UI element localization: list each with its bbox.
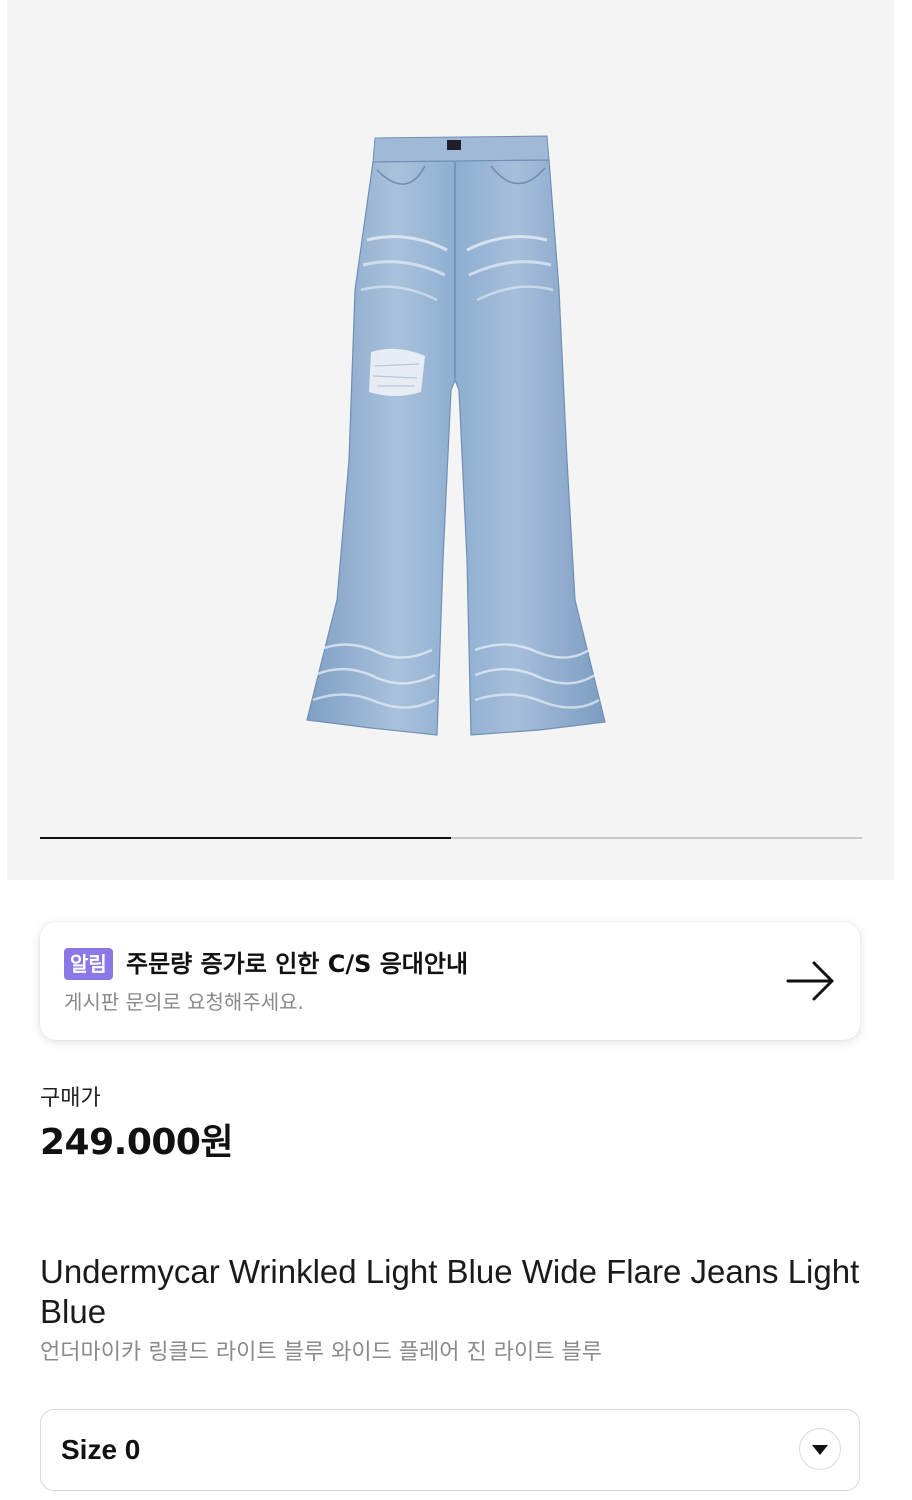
image-slider-track[interactable] [40, 837, 862, 839]
notice-title: 주문량 증가로 인한 C/S 응대안내 [126, 950, 469, 978]
price-label: 구매가 [40, 1086, 101, 1111]
chevron-down-icon [799, 1428, 841, 1470]
image-slider-progress [40, 837, 451, 839]
product-image [306, 135, 606, 736]
notice-badge: 알림 [64, 948, 113, 980]
product-title: Undermycar Wrinkled Light Blue Wide Flar… [40, 1253, 860, 1330]
price-value: 249.000원 [40, 1122, 234, 1163]
size-select-value: Size 0 [61, 1434, 141, 1465]
cs-notice-card[interactable]: 알림 주문량 증가로 인한 C/S 응대안내 게시판 문의로 요청해주세요. [40, 922, 860, 1040]
product-image-gallery[interactable] [7, 0, 894, 880]
notice-subtitle: 게시판 문의로 요청해주세요. [64, 990, 304, 1014]
product-subtitle-korean: 언더마이카 링클드 라이트 블루 와이드 플레어 진 라이트 블루 [40, 1340, 602, 1365]
arrow-right-icon[interactable] [784, 958, 838, 1004]
size-select[interactable]: Size 0 [40, 1409, 860, 1491]
